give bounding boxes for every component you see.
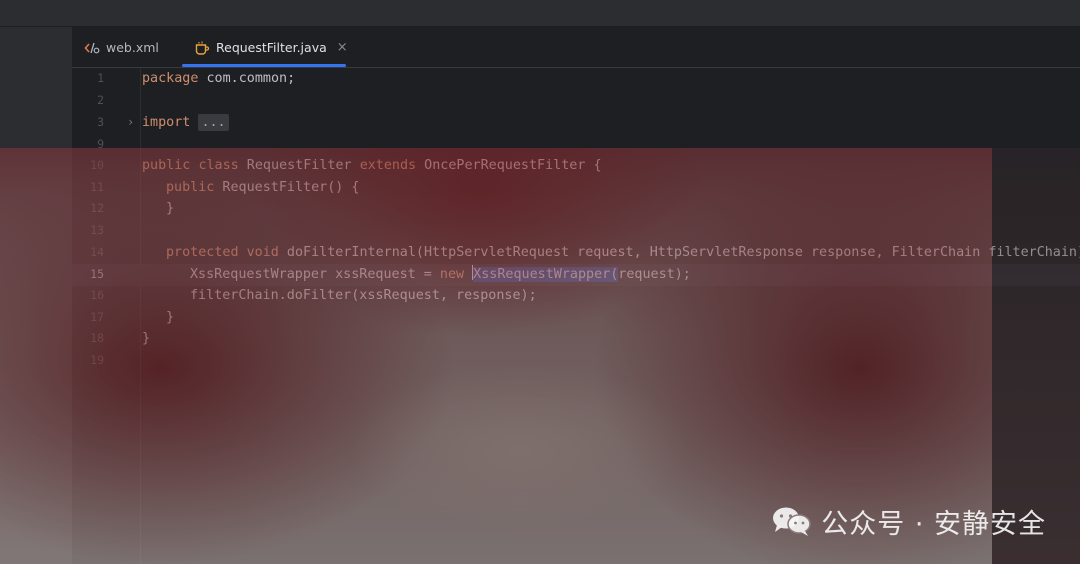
line-number: 11 bbox=[90, 180, 104, 194]
tab-label: web.xml bbox=[106, 40, 159, 55]
close-icon[interactable]: × bbox=[337, 40, 348, 55]
code-line-17[interactable]: } bbox=[166, 307, 174, 329]
active-tab-indicator bbox=[182, 64, 346, 67]
wechat-icon bbox=[771, 505, 813, 537]
code-text: RequestFilter bbox=[238, 158, 360, 173]
java-class-icon bbox=[194, 40, 210, 56]
watermark-text: 公众号 · 安静安全 bbox=[821, 508, 1046, 540]
code-line-12[interactable]: } bbox=[166, 198, 174, 220]
line-number: 9 bbox=[97, 137, 104, 151]
keyword: public bbox=[166, 180, 215, 195]
selected-text: XssRequestWrapper( bbox=[473, 267, 619, 282]
code-line-18[interactable]: } bbox=[142, 328, 150, 350]
keyword: import bbox=[142, 115, 191, 130]
keyword: void bbox=[246, 245, 279, 260]
line-number: 2 bbox=[97, 93, 104, 107]
code-line-15[interactable]: XssRequestWrapper xssRequest = new XssRe… bbox=[190, 264, 691, 286]
line-number: 17 bbox=[90, 310, 104, 324]
gutter-divider bbox=[140, 68, 141, 564]
keyword: package bbox=[142, 71, 199, 86]
editor-tab-bar: web.xml RequestFilter.java × bbox=[72, 27, 1080, 68]
line-number: 10 bbox=[90, 158, 104, 172]
xml-file-icon bbox=[84, 40, 100, 56]
keyword: extends bbox=[359, 158, 417, 173]
keyword: new bbox=[439, 267, 465, 282]
code-line-11[interactable]: public RequestFilter() { bbox=[166, 177, 360, 199]
expand-fold-icon[interactable]: › bbox=[127, 112, 134, 134]
line-number: 19 bbox=[90, 353, 104, 367]
line-number: 14 bbox=[90, 245, 104, 259]
code-text: com.common; bbox=[198, 71, 296, 86]
code-text: OncePerRequestFilter { bbox=[416, 158, 602, 173]
code-text: XssRequestWrapper xssRequest = bbox=[190, 267, 440, 282]
line-number: 16 bbox=[90, 288, 104, 302]
code-text: doFilterInternal(HttpServletRequest requ… bbox=[278, 245, 1080, 260]
code-line-14[interactable]: protected void doFilterInternal(HttpServ… bbox=[166, 242, 1080, 264]
keyword: public bbox=[142, 158, 191, 173]
title-bar bbox=[0, 0, 1080, 27]
folded-imports[interactable]: ... bbox=[198, 114, 229, 131]
tab-web-xml[interactable]: web.xml bbox=[84, 27, 159, 68]
tab-request-filter[interactable]: RequestFilter.java × bbox=[194, 27, 348, 68]
code-text: RequestFilter() { bbox=[214, 180, 360, 195]
code-line-1[interactable]: package com.common; bbox=[142, 68, 295, 90]
line-number: 18 bbox=[90, 331, 104, 345]
watermark: 公众号 · 安静安全 bbox=[771, 501, 1046, 541]
keyword: class bbox=[198, 158, 239, 173]
code-line-16[interactable]: filterChain.doFilter(xssRequest, respons… bbox=[190, 285, 537, 307]
line-number-current: 15 bbox=[90, 267, 104, 281]
tool-window-strip bbox=[0, 27, 72, 564]
line-number: 12 bbox=[90, 201, 104, 215]
code-line-10[interactable]: public class RequestFilter extends OnceP… bbox=[142, 155, 602, 177]
tab-label: RequestFilter.java bbox=[216, 40, 327, 55]
code-line-3[interactable]: import ... bbox=[142, 112, 229, 134]
keyword: protected bbox=[166, 245, 239, 260]
line-number: 1 bbox=[97, 71, 104, 85]
line-number: 13 bbox=[90, 223, 104, 237]
code-text: request); bbox=[618, 267, 691, 282]
line-number: 3 bbox=[97, 115, 104, 129]
